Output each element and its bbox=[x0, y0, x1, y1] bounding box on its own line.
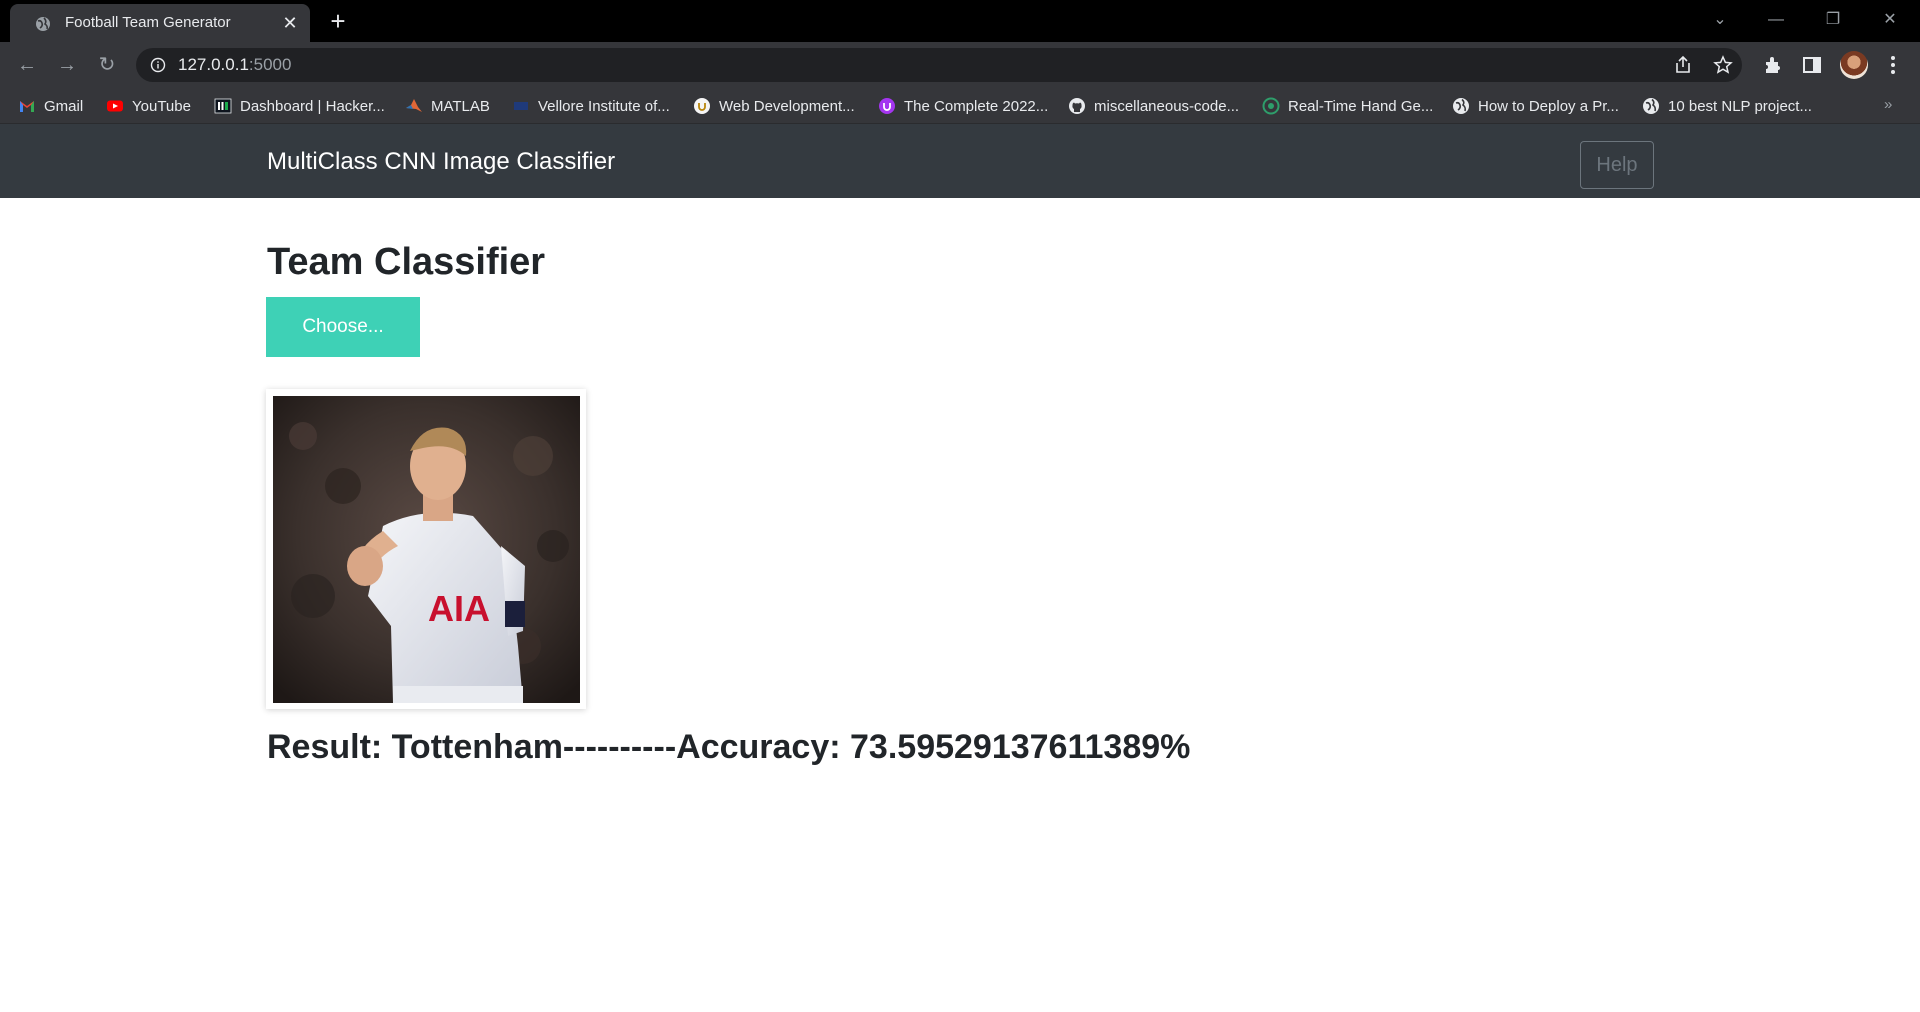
udemy-icon bbox=[694, 98, 710, 114]
url-text[interactable]: 127.0.0.1:5000 bbox=[178, 55, 291, 75]
bookmark-nlp-projects[interactable]: 10 best NLP project... bbox=[1642, 96, 1812, 116]
matlab-icon bbox=[406, 99, 422, 112]
bookmark-matlab[interactable]: MATLAB bbox=[405, 96, 490, 116]
bookmark-star-icon[interactable] bbox=[1712, 54, 1734, 76]
bookmark-youtube[interactable]: YouTube bbox=[106, 96, 191, 116]
bookmarks-bar: Gmail YouTube Dashboard | Hacker... MATL… bbox=[0, 88, 1920, 124]
top-navbar: MultiClass CNN Image Classifier Help bbox=[0, 124, 1920, 198]
more-bookmarks-icon[interactable]: » bbox=[1884, 96, 1892, 113]
browser-tab-strip: Football Team Generator ✕ + ⌄ — ❐ ✕ bbox=[0, 0, 1920, 42]
profile-avatar[interactable] bbox=[1840, 51, 1868, 79]
bookmark-hackerrank[interactable]: Dashboard | Hacker... bbox=[214, 96, 385, 116]
restore-icon[interactable]: ❐ bbox=[1813, 6, 1853, 34]
globe-icon bbox=[1453, 98, 1469, 114]
page-title: Team Classifier bbox=[267, 241, 546, 283]
vit-icon bbox=[514, 102, 528, 110]
back-icon[interactable]: ← bbox=[13, 51, 41, 79]
result-text: Result: Tottenham----------Accuracy: 73.… bbox=[267, 728, 1191, 766]
hackerrank-icon bbox=[214, 98, 232, 114]
choose-file-button[interactable]: Choose... bbox=[266, 297, 420, 357]
uploaded-player-photo: AIA bbox=[273, 396, 580, 703]
udemy-purple-icon bbox=[879, 98, 895, 114]
globe-icon bbox=[36, 17, 50, 31]
browser-toolbar: ← → ↻ 127.0.0.1:5000 bbox=[0, 42, 1920, 88]
bookmark-how-to-deploy[interactable]: How to Deploy a Pr... bbox=[1452, 96, 1619, 116]
bookmark-vit[interactable]: Vellore Institute of... bbox=[512, 96, 670, 116]
address-bar[interactable]: 127.0.0.1:5000 bbox=[136, 48, 1742, 82]
browser-tab-active[interactable]: Football Team Generator ✕ bbox=[10, 4, 310, 42]
github-icon bbox=[1069, 98, 1085, 114]
forward-icon[interactable]: → bbox=[53, 51, 81, 79]
new-tab-icon[interactable]: + bbox=[324, 8, 352, 36]
reload-icon[interactable]: ↻ bbox=[93, 51, 121, 79]
minimize-icon[interactable]: — bbox=[1756, 6, 1796, 34]
tab-title: Football Team Generator bbox=[65, 14, 231, 31]
help-button[interactable]: Help bbox=[1580, 141, 1654, 189]
window-close-icon[interactable]: ✕ bbox=[1870, 6, 1910, 34]
share-icon[interactable] bbox=[1672, 54, 1694, 76]
globe-green-icon bbox=[1262, 97, 1280, 115]
bookmark-gmail[interactable]: Gmail bbox=[18, 96, 83, 116]
bookmark-web-development[interactable]: Web Development... bbox=[693, 96, 855, 116]
image-preview: AIA bbox=[266, 389, 586, 709]
gmail-icon bbox=[20, 101, 34, 112]
navbar-brand[interactable]: MultiClass CNN Image Classifier bbox=[267, 148, 615, 176]
bookmark-complete-2022[interactable]: The Complete 2022... bbox=[878, 96, 1048, 116]
tab-search-icon[interactable]: ⌄ bbox=[1700, 6, 1740, 34]
browser-menu-icon[interactable] bbox=[1886, 54, 1900, 76]
youtube-icon bbox=[107, 100, 123, 112]
bookmark-hand-gesture[interactable]: Real-Time Hand Ge... bbox=[1262, 96, 1433, 116]
extensions-icon[interactable] bbox=[1762, 54, 1784, 76]
bookmark-github[interactable]: miscellaneous-code... bbox=[1068, 96, 1239, 116]
globe-icon bbox=[1643, 98, 1659, 114]
page-viewport: MultiClass CNN Image Classifier Help Tea… bbox=[0, 124, 1920, 1012]
tab-close-icon[interactable]: ✕ bbox=[280, 13, 300, 33]
svg-text:AIA: AIA bbox=[428, 588, 490, 629]
side-panel-icon[interactable] bbox=[1801, 54, 1823, 76]
site-info-icon[interactable] bbox=[150, 57, 166, 73]
